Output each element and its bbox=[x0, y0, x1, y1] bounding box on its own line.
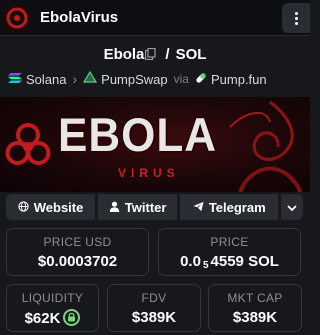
website-button[interactable]: Website bbox=[6, 194, 96, 220]
twitter-label: Twitter bbox=[124, 199, 167, 215]
price-usd-card: PRICE USD $0.0003702 bbox=[6, 228, 149, 276]
price-sol-prefix: 0.0 bbox=[180, 253, 201, 270]
quote-token-symbol: SOL bbox=[175, 46, 207, 63]
liquidity-value: $62K bbox=[24, 310, 61, 327]
liquidity-label: LIQUIDITY bbox=[21, 291, 84, 305]
website-label: Website bbox=[33, 199, 84, 215]
token-logo[interactable] bbox=[4, 5, 30, 31]
biohazard-icon bbox=[5, 123, 51, 165]
price-usd-label: PRICE USD bbox=[43, 235, 112, 249]
pill-icon bbox=[195, 72, 207, 87]
price-sol-digits: 4559 bbox=[210, 253, 244, 270]
token-banner: EBOLA VIRUS bbox=[0, 97, 310, 192]
launchpad-name[interactable]: Pump.fun bbox=[211, 72, 267, 87]
mkt-cap-value: $389K bbox=[232, 309, 278, 326]
fdv-value: $389K bbox=[131, 309, 177, 326]
pair-separator: / bbox=[165, 46, 170, 63]
route-breadcrumb: Solana › PumpSwap via Pump.fun bbox=[8, 70, 267, 88]
base-token-symbol: Ebola bbox=[103, 46, 145, 63]
twitter-button[interactable]: Twitter bbox=[98, 194, 178, 220]
globe-icon bbox=[18, 200, 29, 215]
price-sol-label: PRICE bbox=[210, 235, 249, 249]
chevron-right-icon: › bbox=[72, 71, 78, 87]
price-sol-card: PRICE 0.0 5 4559 SOL bbox=[158, 228, 301, 276]
pair-title: Ebola / SOL bbox=[0, 46, 310, 64]
mkt-cap-card: MKT CAP $389K bbox=[208, 284, 302, 332]
social-links: Website Twitter Telegram bbox=[6, 194, 303, 220]
lock-icon[interactable] bbox=[63, 309, 81, 326]
liquidity-value-row: $62K bbox=[7, 309, 98, 327]
price-sol-zero-count: 5 bbox=[202, 260, 209, 271]
telegram-button[interactable]: Telegram bbox=[180, 194, 279, 220]
kebab-menu-icon[interactable] bbox=[282, 3, 310, 33]
solana-icon bbox=[8, 72, 22, 87]
chevron-down-icon bbox=[287, 200, 297, 215]
fdv-label: FDV bbox=[141, 291, 167, 305]
price-usd-value: $0.0003702 bbox=[37, 253, 118, 270]
chain-name[interactable]: Solana bbox=[26, 72, 66, 87]
price-sol-unit: SOL bbox=[248, 253, 279, 270]
fdv-card: FDV $389K bbox=[107, 284, 201, 332]
paper-plane-icon bbox=[193, 200, 204, 215]
copy-icon[interactable] bbox=[145, 47, 157, 64]
via-label: via bbox=[173, 72, 189, 86]
dex-name[interactable]: PumpSwap bbox=[101, 72, 167, 87]
mkt-cap-label: MKT CAP bbox=[227, 291, 283, 305]
banner-subtitle: VIRUS bbox=[118, 166, 180, 180]
app-header: EbolaVirus bbox=[0, 0, 310, 36]
liquidity-card: LIQUIDITY $62K bbox=[6, 284, 99, 332]
banner-title: EBOLA bbox=[58, 109, 217, 162]
user-icon bbox=[109, 200, 120, 215]
more-links-button[interactable] bbox=[281, 194, 303, 220]
app-title: EbolaVirus bbox=[40, 9, 119, 26]
pumpswap-icon bbox=[83, 70, 98, 87]
telegram-label: Telegram bbox=[208, 199, 266, 215]
price-sol-value: 0.0 5 4559 SOL bbox=[159, 253, 300, 271]
